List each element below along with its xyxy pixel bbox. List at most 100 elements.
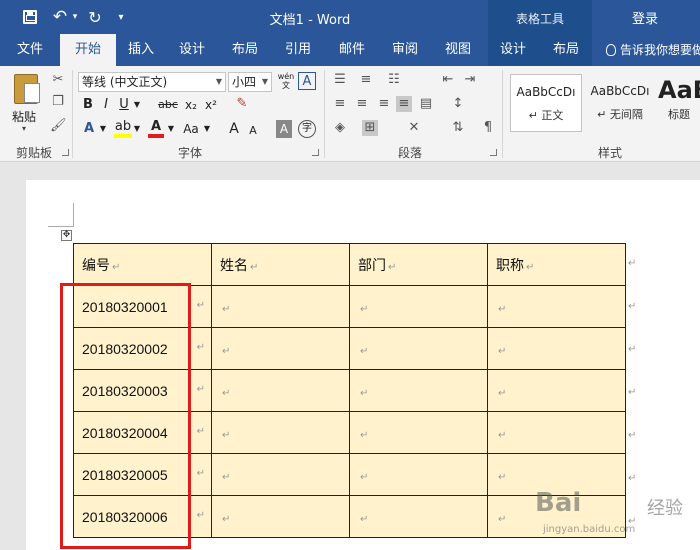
italic-button[interactable]: I [98, 96, 114, 114]
change-case-dropdown-icon[interactable]: ▼ [202, 120, 212, 138]
name-cell[interactable]: ↵ [211, 495, 350, 538]
grow-font-button[interactable]: A [226, 120, 242, 138]
paragraph-mark: ↵ [388, 261, 397, 273]
change-case-button[interactable]: Aa [180, 120, 202, 138]
title-cell[interactable]: ↵ [487, 327, 626, 370]
align-left-icon[interactable]: ≡ [332, 96, 348, 112]
cut-icon[interactable]: ✂ [50, 72, 66, 88]
format-painter-icon[interactable]: 🖌 [50, 118, 67, 134]
enclose-characters-button[interactable]: 字 [298, 120, 316, 138]
tab-references[interactable]: 引用 [272, 34, 324, 66]
paragraph-mark: ↵ [360, 345, 369, 357]
decrease-indent-icon[interactable]: ⇤ [440, 72, 456, 88]
dept-cell[interactable]: ↵ [349, 327, 488, 370]
paragraph-mark: ↵ [498, 429, 507, 441]
font-color-dropdown-icon[interactable]: ▼ [166, 120, 176, 138]
font-size-select[interactable]: 小四 ▼ [228, 72, 272, 92]
dept-cell[interactable]: ↵ [349, 453, 488, 496]
title-cell[interactable]: ↵ [487, 285, 626, 328]
name-cell[interactable]: ↵ [211, 327, 350, 370]
tab-table-layout[interactable]: 布局 [540, 34, 592, 66]
superscript-button[interactable]: x² [202, 96, 220, 114]
underline-button[interactable]: U [116, 96, 132, 114]
tab-insert[interactable]: 插入 [116, 34, 166, 66]
bullets-icon[interactable]: ☰ [332, 72, 348, 88]
login-button[interactable]: 登录 [632, 8, 658, 27]
tab-mailings[interactable]: 邮件 [324, 34, 380, 66]
style-sample: AaB [658, 76, 700, 104]
table-tools-label: 表格工具 [515, 12, 564, 26]
paragraph-mark: ↵ [360, 429, 369, 441]
paragraph-mark: ↵ [196, 300, 205, 311]
character-shading-button[interactable]: A [276, 120, 292, 138]
paste-dropdown-icon[interactable]: ▾ [22, 124, 26, 133]
tab-design[interactable]: 设计 [166, 34, 218, 66]
font-launcher-icon[interactable] [312, 149, 319, 156]
shrink-font-button[interactable]: A [246, 122, 260, 140]
paragraph-mark: ↵ [222, 429, 231, 441]
tab-table-design[interactable]: 设计 [488, 34, 538, 66]
align-center-icon[interactable]: ≡ [354, 96, 370, 112]
bold-button[interactable]: B [80, 96, 96, 114]
text-effects-dropdown-icon[interactable]: ▼ [98, 120, 108, 138]
tab-view[interactable]: 视图 [430, 34, 486, 66]
font-name-select[interactable]: 等线 (中文正文) ▼ [78, 72, 226, 92]
dept-cell[interactable]: ↵ [349, 369, 488, 412]
underline-dropdown-icon[interactable]: ▼ [132, 96, 142, 114]
copy-icon[interactable]: ❐ [50, 94, 66, 110]
increase-indent-icon[interactable]: ⇥ [462, 72, 478, 88]
asian-layout-icon[interactable]: ✕ [406, 120, 422, 136]
dept-cell[interactable]: ↵ [349, 495, 488, 538]
tab-file[interactable]: 文件 [0, 34, 60, 66]
title-cell[interactable]: ↵ [487, 369, 626, 412]
dept-cell[interactable]: ↵ [349, 285, 488, 328]
style-heading[interactable]: AaB 标题 [658, 74, 700, 132]
phonetic-guide-button[interactable]: wén 文 [276, 72, 296, 90]
line-spacing-icon[interactable]: ↕ [450, 96, 466, 112]
paragraph-mark: ↵ [360, 303, 369, 315]
dept-cell[interactable]: ↵ [349, 411, 488, 454]
paste-button-label[interactable]: 粘贴 [12, 108, 36, 125]
distributed-icon[interactable]: ▤ [418, 96, 434, 112]
row-end-mark: ↵ [628, 258, 637, 269]
highlight-dropdown-icon[interactable]: ▼ [132, 120, 142, 138]
name-cell[interactable]: ↵ [211, 285, 350, 328]
header-cell[interactable]: 部门 ↵ [349, 243, 488, 286]
font-color-icon[interactable]: A [148, 120, 164, 138]
row-end-mark: ↵ [628, 430, 637, 441]
style-no-spacing[interactable]: AaBbCcDı ↵ 无间隔 [584, 74, 656, 132]
numbering-icon[interactable]: ≡ [358, 72, 374, 88]
clipboard-launcher-icon[interactable] [62, 149, 69, 156]
title-cell[interactable]: ↵ [487, 411, 626, 454]
justify-icon[interactable]: ≡ [396, 96, 412, 112]
text-effects-icon[interactable]: A [80, 120, 98, 138]
subscript-button[interactable]: x₂ [182, 96, 200, 114]
paste-icon[interactable] [14, 74, 40, 104]
borders-icon[interactable]: ⊞ [362, 120, 378, 136]
tell-me-box[interactable]: 告诉我你想要做 [606, 34, 700, 66]
table-move-handle-icon[interactable]: ✥ [61, 230, 72, 241]
tab-layout[interactable]: 布局 [218, 34, 272, 66]
name-cell[interactable]: ↵ [211, 453, 350, 496]
paragraph-mark: ↵ [196, 426, 205, 437]
highlight-color-icon[interactable]: ab [114, 120, 132, 138]
show-marks-icon[interactable]: ¶ [480, 120, 496, 136]
strikethrough-button[interactable]: abc [156, 96, 180, 114]
header-cell[interactable]: 职称 ↵ [487, 243, 626, 286]
tab-review[interactable]: 审阅 [380, 34, 430, 66]
sort-icon[interactable]: ⇅ [450, 120, 466, 136]
multilevel-list-icon[interactable]: ☷ [386, 72, 402, 88]
paragraph-launcher-icon[interactable] [490, 149, 497, 156]
header-text: 职称 [496, 256, 524, 273]
align-right-icon[interactable]: ≡ [376, 96, 392, 112]
name-cell[interactable]: ↵ [211, 369, 350, 412]
header-cell[interactable]: 姓名 ↵ [211, 243, 350, 286]
clear-formatting-icon[interactable]: ✎ [234, 96, 250, 112]
style-normal[interactable]: AaBbCcDı ↵ 正文 [510, 74, 582, 132]
name-cell[interactable]: ↵ [211, 411, 350, 454]
header-cell[interactable]: 编号 ↵ [73, 243, 212, 286]
shading-icon[interactable]: ◈ [332, 120, 348, 136]
style-name: ↵ 无间隔 [597, 108, 643, 121]
char-border-button[interactable]: A [298, 72, 316, 90]
tab-home[interactable]: 开始 [60, 34, 116, 66]
